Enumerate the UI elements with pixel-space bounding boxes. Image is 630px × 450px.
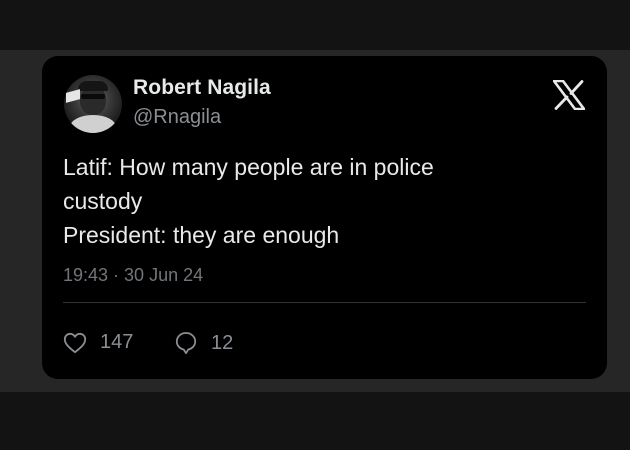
reply-button[interactable]: 12 [174,331,233,355]
author-display-name[interactable]: Robert Nagila [133,76,271,100]
top-backdrop-band [0,0,630,50]
author-handle[interactable]: @Rnagila [133,106,221,129]
avatar-shirt [70,115,116,133]
reply-count: 12 [211,331,234,354]
x-logo-icon[interactable] [552,79,586,111]
tweet-text: Latif: How many people are in police cus… [63,150,583,252]
bottom-backdrop-band [0,392,630,450]
like-count: 147 [100,331,134,353]
avatar-glasses [81,94,105,99]
heart-icon [63,332,87,354]
tweet-timestamp[interactable]: 19:43 · 30 Jun 24 [63,265,203,286]
speech-bubble-icon [174,331,198,355]
tweet-card: Robert Nagila @Rnagila Latif: How many p… [42,56,607,379]
tweet-text-line: President: they are enough [63,222,340,248]
tweet-text-line: Latif: How many people are in police [63,154,434,180]
avatar-flag [66,89,80,103]
avatar-cap [78,81,108,91]
tweet-text-line: custody [63,188,143,214]
divider [63,302,586,303]
like-button[interactable]: 147 [63,331,133,354]
avatar[interactable] [64,75,122,133]
